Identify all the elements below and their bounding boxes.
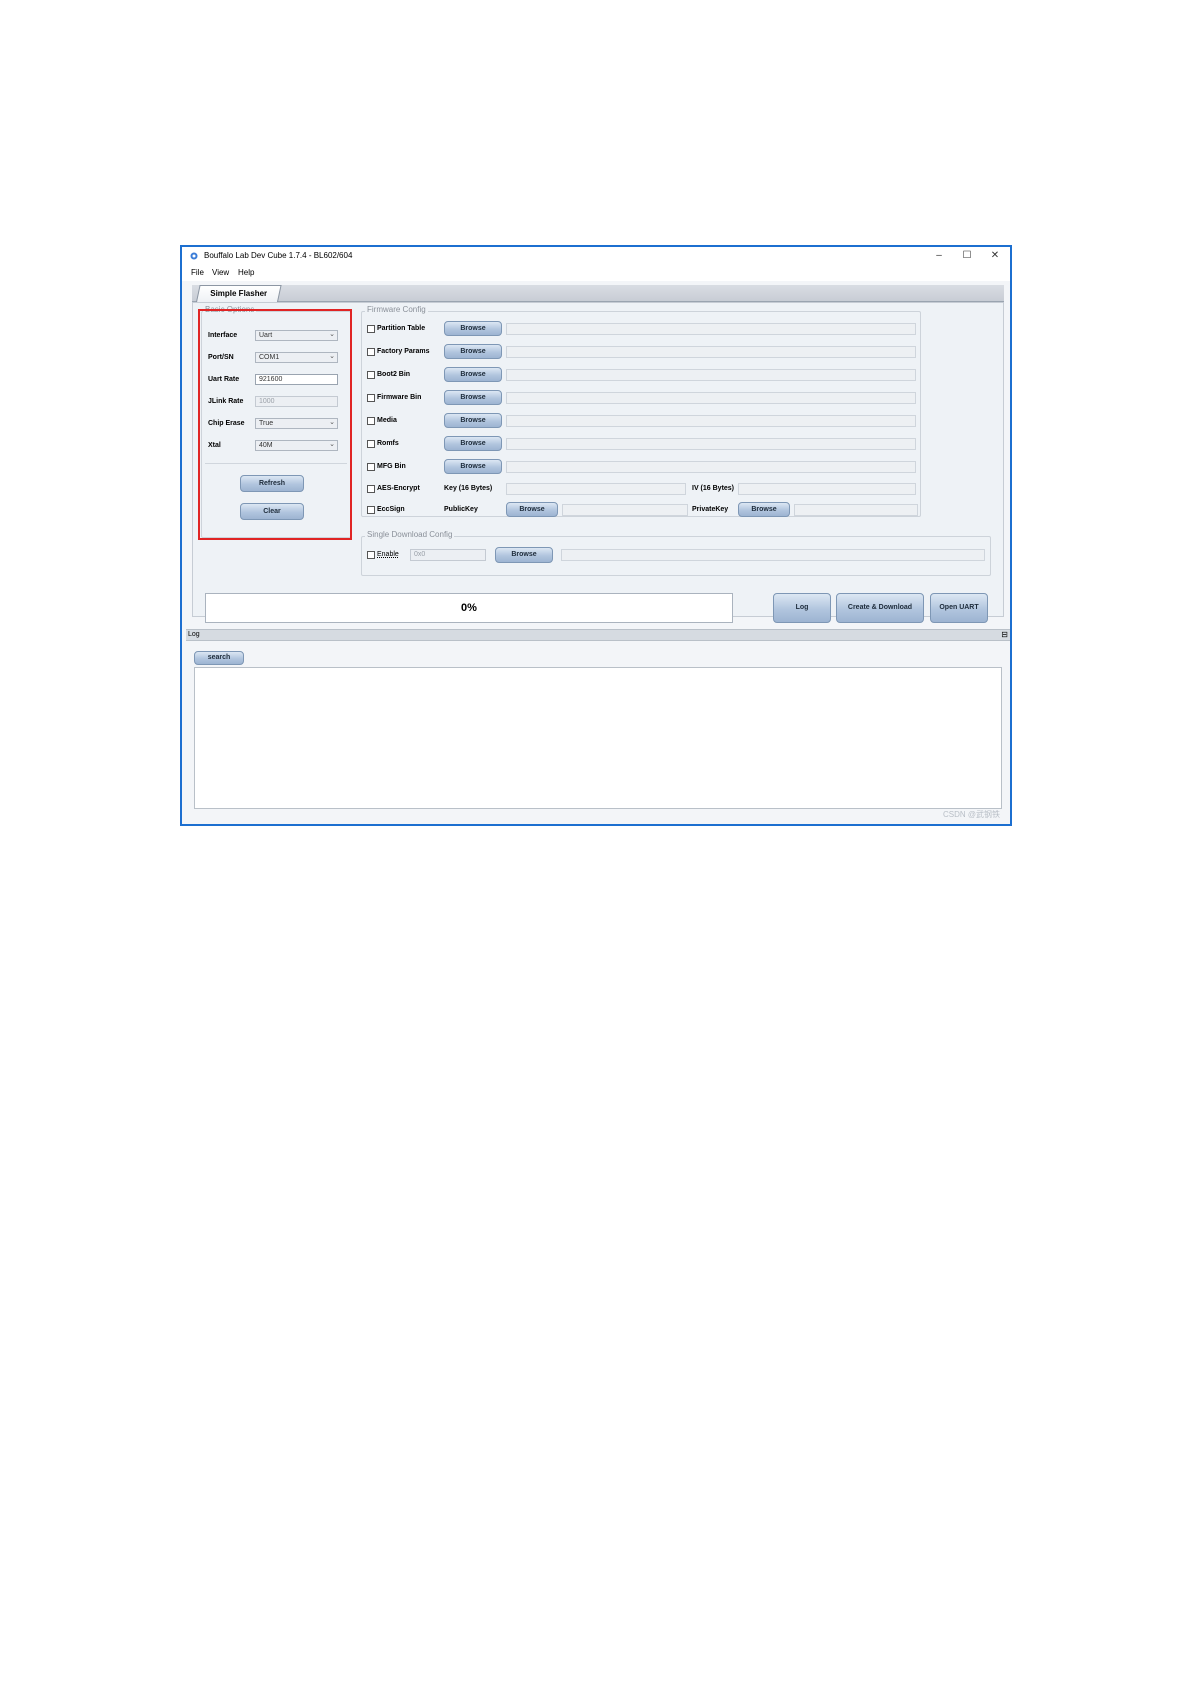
interface-label: Interface <box>208 332 238 339</box>
jlink-rate-input[interactable]: 1000 <box>255 396 338 407</box>
tab-label: Simple Flasher <box>210 289 268 298</box>
public-key-path-input[interactable] <box>562 504 688 516</box>
search-button[interactable]: search <box>194 651 244 665</box>
watermark: CSDN @武钢铁 <box>942 810 1000 819</box>
romfs-browse-button[interactable]: Browse <box>444 436 502 451</box>
app-window: Bouffalo Lab Dev Cube 1.7.4 - BL602/604 … <box>180 245 1012 826</box>
aes-encrypt-checkbox[interactable] <box>367 485 375 493</box>
basic-options-title: Basic Options <box>203 305 257 315</box>
maximize-icon[interactable]: ☐ <box>954 247 980 265</box>
window-title: Bouffalo Lab Dev Cube 1.7.4 - BL602/604 <box>204 251 353 260</box>
aes-key-input[interactable] <box>506 483 686 495</box>
aes-iv-label: IV (16 Bytes) <box>692 485 735 492</box>
boot2-bin-checkbox[interactable] <box>367 371 375 379</box>
log-button[interactable]: Log <box>773 593 831 623</box>
private-key-path-input[interactable] <box>794 504 918 516</box>
mfg-bin-checkbox[interactable] <box>367 463 375 471</box>
uart-rate-input[interactable]: 921600 <box>255 374 338 385</box>
partition-table-browse-button[interactable]: Browse <box>444 321 502 336</box>
romfs-label: Romfs <box>377 440 399 447</box>
private-key-browse-button[interactable]: Browse <box>738 502 790 517</box>
firmware-config-title: Firmware Config <box>365 305 428 315</box>
single-download-title: Single Download Config <box>365 530 455 540</box>
tab-strip: Simple Flasher <box>192 285 1004 302</box>
menu-view[interactable]: View <box>212 265 229 281</box>
minimize-icon[interactable]: – <box>926 247 952 265</box>
aes-key-label: Key (16 Bytes) <box>444 485 493 492</box>
refresh-button[interactable]: Refresh <box>240 475 304 492</box>
mfg-bin-label: MFG Bin <box>377 463 406 470</box>
single-download-enable-checkbox[interactable] <box>367 551 375 559</box>
menu-bar: File View Help <box>182 265 1010 281</box>
enable-label: Enable <box>377 551 399 558</box>
xtal-label: Xtal <box>208 442 221 449</box>
create-download-button[interactable]: Create & Download <box>836 593 924 623</box>
app-logo-icon <box>190 252 198 260</box>
chip-erase-label: Chip Erase <box>208 420 245 427</box>
partition-table-checkbox[interactable] <box>367 325 375 333</box>
single-download-browse-button[interactable]: Browse <box>495 547 553 563</box>
media-checkbox[interactable] <box>367 417 375 425</box>
romfs-checkbox[interactable] <box>367 440 375 448</box>
uart-rate-label: Uart Rate <box>208 376 240 383</box>
factory-params-label: Factory Params <box>377 348 430 355</box>
media-path-input[interactable] <box>506 415 916 427</box>
clear-button[interactable]: Clear <box>240 503 304 520</box>
factory-params-checkbox[interactable] <box>367 348 375 356</box>
simple-flasher-panel: Basic Options Interface Uart ⌄ Port/SN C… <box>192 302 1004 623</box>
chevron-down-icon: ⌄ <box>329 353 335 360</box>
log-output[interactable] <box>194 667 1002 809</box>
private-key-label: PrivateKey <box>692 506 729 513</box>
chevron-down-icon: ⌄ <box>329 331 335 338</box>
partition-table-path-input[interactable] <box>506 323 916 335</box>
port-select[interactable]: COM1 ⌄ <box>255 352 338 363</box>
factory-params-browse-button[interactable]: Browse <box>444 344 502 359</box>
interface-value: Uart <box>259 332 273 339</box>
tab-simple-flasher[interactable]: Simple Flasher <box>196 285 282 302</box>
progress-bar: 0% <box>205 593 733 623</box>
firmware-bin-path-input[interactable] <box>506 392 916 404</box>
eccsign-checkbox[interactable] <box>367 506 375 514</box>
media-label: Media <box>377 417 397 424</box>
firmware-bin-browse-button[interactable]: Browse <box>444 390 502 405</box>
single-download-path-input[interactable] <box>561 549 985 561</box>
port-value: COM1 <box>259 354 280 361</box>
eccsign-label: EccSign <box>377 506 405 513</box>
menu-help[interactable]: Help <box>238 265 254 281</box>
menu-file[interactable]: File <box>191 265 204 281</box>
port-label: Port/SN <box>208 354 234 361</box>
jlink-rate-label: JLink Rate <box>208 398 244 405</box>
firmware-bin-checkbox[interactable] <box>367 394 375 402</box>
log-header: Log ⊟ <box>186 629 1010 641</box>
open-uart-button[interactable]: Open UART <box>930 593 988 623</box>
chip-erase-select[interactable]: True ⌄ <box>255 418 338 429</box>
boot2-bin-path-input[interactable] <box>506 369 916 381</box>
chip-erase-value: True <box>259 420 274 427</box>
chevron-down-icon: ⌄ <box>329 419 335 426</box>
mfg-bin-path-input[interactable] <box>506 461 916 473</box>
firmware-bin-label: Firmware Bin <box>377 394 422 401</box>
public-key-label: PublicKey <box>444 506 478 513</box>
title-bar: Bouffalo Lab Dev Cube 1.7.4 - BL602/604 … <box>182 247 1010 265</box>
log-title: Log <box>188 631 200 638</box>
public-key-browse-button[interactable]: Browse <box>506 502 558 517</box>
xtal-value: 40M <box>259 442 273 449</box>
romfs-path-input[interactable] <box>506 438 916 450</box>
single-download-address-input[interactable]: 0x0 <box>410 549 486 561</box>
partition-table-label: Partition Table <box>377 325 426 332</box>
aes-iv-input[interactable] <box>738 483 916 495</box>
boot2-bin-browse-button[interactable]: Browse <box>444 367 502 382</box>
close-icon[interactable]: ✕ <box>982 247 1008 265</box>
factory-params-path-input[interactable] <box>506 346 916 358</box>
xtal-select[interactable]: 40M ⌄ <box>255 440 338 451</box>
chevron-down-icon: ⌄ <box>329 441 335 448</box>
boot2-bin-label: Boot2 Bin <box>377 371 411 378</box>
media-browse-button[interactable]: Browse <box>444 413 502 428</box>
aes-encrypt-label: AES-Encrypt <box>377 485 420 492</box>
divider <box>205 463 347 464</box>
interface-select[interactable]: Uart ⌄ <box>255 330 338 341</box>
dock-icon[interactable]: ⊟ <box>1001 630 1008 640</box>
mfg-bin-browse-button[interactable]: Browse <box>444 459 502 474</box>
